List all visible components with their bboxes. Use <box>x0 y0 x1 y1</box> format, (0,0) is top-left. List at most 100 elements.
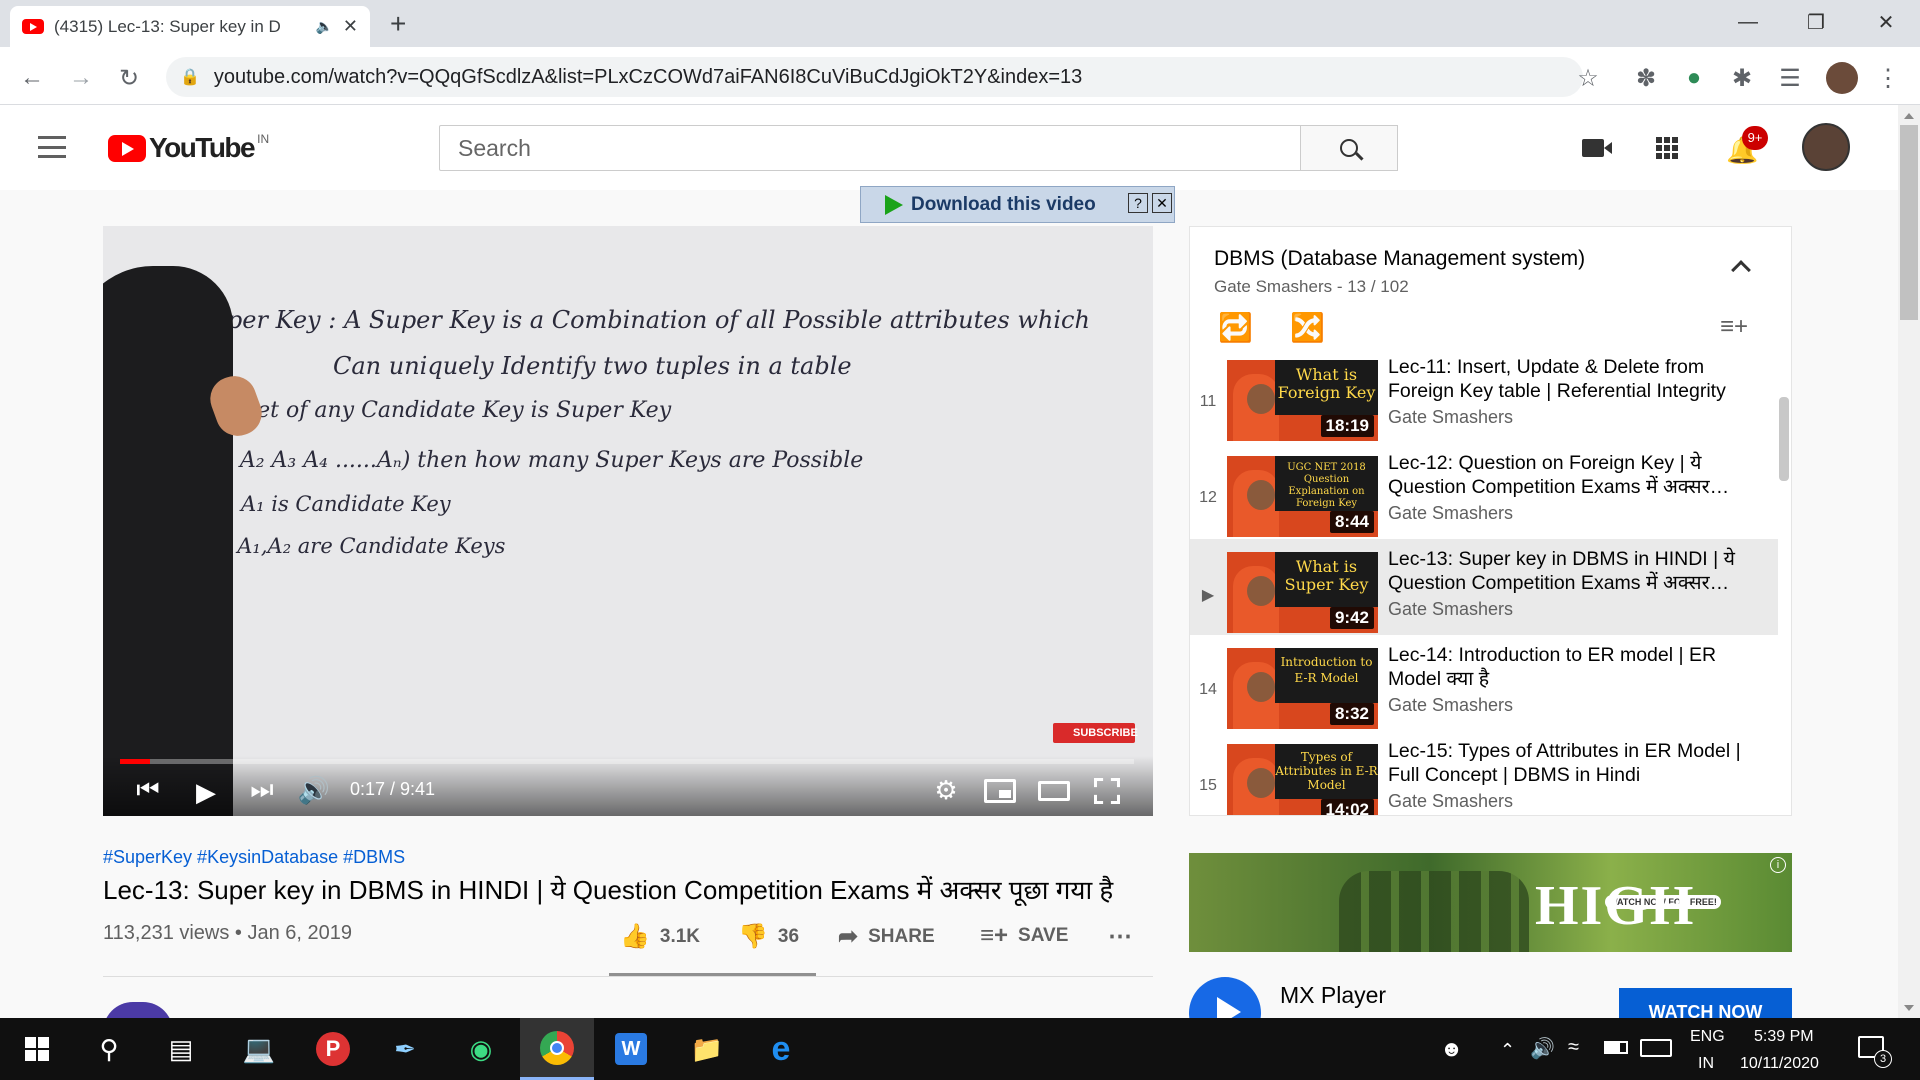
settings-gear-icon[interactable]: ⚙ <box>928 774 964 806</box>
language-code-bottom[interactable]: IN <box>1698 1055 1714 1073</box>
profile-avatar[interactable] <box>1826 62 1858 94</box>
subscribe-badge-label: SUBSCRIBE <box>1073 727 1138 739</box>
youtube-logo-text: YouTube <box>149 132 256 163</box>
duration-badge: 8:44 <box>1329 511 1374 533</box>
thumbnail-caption: UGC NET 2018 Question Explanation on For… <box>1275 456 1378 511</box>
reload-icon[interactable]: ↻ <box>111 60 147 96</box>
theater-mode-icon[interactable] <box>1038 781 1070 801</box>
instructor-figure <box>103 266 233 816</box>
scroll-down-arrow-icon[interactable] <box>1904 1005 1914 1011</box>
miniplayer-icon[interactable] <box>984 779 1016 803</box>
more-actions-icon[interactable]: ⋯ <box>1108 922 1132 951</box>
like-count: 3.1K <box>659 925 701 947</box>
browser-menu-icon[interactable]: ⋮ <box>1870 60 1906 96</box>
android-studio-icon[interactable]: ◉ <box>444 1018 518 1080</box>
playlist-item[interactable]: 11 What is Foreign Key 18:19 Lec-11: Ins… <box>1190 356 1778 453</box>
share-button[interactable]: ➦ SHARE <box>838 922 935 951</box>
playlist-item-channel: Gate Smashers <box>1388 503 1514 523</box>
search-button[interactable] <box>1301 125 1398 171</box>
close-tab-icon[interactable]: ✕ <box>343 16 358 37</box>
ad-banner[interactable]: WATCH NOW FOR FREE! i <box>1189 853 1792 952</box>
media-queue-icon[interactable]: ☰ <box>1772 60 1808 96</box>
address-bar[interactable]: 🔒 youtube.com/watch?v=QQqGfScdlzA&list=P… <box>166 57 1583 97</box>
back-icon[interactable]: ← <box>14 60 50 96</box>
globe-extension-icon[interactable]: ● <box>1676 60 1712 96</box>
close-window-button[interactable]: ✕ <box>1856 0 1916 44</box>
help-icon[interactable]: ? <box>1128 193 1148 213</box>
playlist-item[interactable]: 12 UGC NET 2018 Question Explanation on … <box>1190 452 1778 549</box>
playlist-scrollbar[interactable] <box>1779 397 1789 481</box>
like-button[interactable]: 👍 3.1K <box>620 922 700 951</box>
playlist-item-title: Lec-13: Super key in DBMS in HINDI | ये … <box>1388 548 1735 594</box>
pocket-app-icon[interactable]: P <box>296 1018 370 1080</box>
file-explorer-icon[interactable]: 📁 <box>670 1018 744 1080</box>
playlist-item[interactable]: 14 Introduction to E-R Model 8:32 Lec-14… <box>1190 644 1778 741</box>
windows-start-icon[interactable] <box>0 1018 74 1080</box>
edge-icon[interactable]: e <box>744 1018 818 1080</box>
clock-time[interactable]: 5:39 PM <box>1754 1028 1814 1046</box>
keyboard-icon[interactable] <box>1640 1039 1672 1057</box>
forward-icon[interactable]: → <box>63 60 99 96</box>
playlist-item-index: 12 <box>1199 489 1217 506</box>
playlist-item-index: 14 <box>1199 681 1217 698</box>
playlist-item[interactable]: 15 Types of Attributes in E-R Model 14:0… <box>1190 741 1778 815</box>
download-video-bar[interactable]: Download this video ? ✕ <box>860 186 1175 223</box>
new-tab-button[interactable]: + <box>390 8 406 40</box>
account-avatar[interactable] <box>1802 123 1850 171</box>
video-title: Lec-13: Super key in DBMS in HINDI | ये … <box>103 875 1114 905</box>
play-icon[interactable]: ▶ <box>188 774 224 810</box>
dislike-button[interactable]: 👎 36 <box>738 922 799 951</box>
scroll-up-arrow-icon[interactable] <box>1904 113 1914 119</box>
page-scrollbar-thumb[interactable] <box>1900 125 1918 320</box>
battery-icon[interactable] <box>1604 1041 1628 1054</box>
thumbnail-caption: What is Foreign Key <box>1275 360 1378 415</box>
speaker-icon[interactable]: 🔈 <box>315 18 332 35</box>
playlist-item-title: Lec-11: Insert, Update & Delete from For… <box>1388 356 1726 402</box>
apps-grid-icon[interactable] <box>1656 137 1678 159</box>
wps-writer-icon[interactable]: W <box>594 1018 668 1080</box>
next-icon[interactable]: ⏭ <box>246 774 278 806</box>
bug-extension-icon[interactable]: ✽ <box>1628 60 1664 96</box>
playlist-thumbnail: UGC NET 2018 Question Explanation on For… <box>1227 456 1378 537</box>
shuffle-icon[interactable]: 🔀 <box>1290 311 1325 344</box>
playlist-add-icon[interactable]: ≡+ <box>1720 313 1748 341</box>
search-input[interactable]: Search <box>439 125 1301 171</box>
create-video-icon[interactable] <box>1582 139 1612 157</box>
playlist-item-channel: Gate Smashers <box>1388 695 1514 715</box>
loop-icon[interactable]: 🔁 <box>1218 311 1253 344</box>
previous-icon[interactable]: ⏮ <box>132 774 164 806</box>
playlist-title[interactable]: DBMS (Database Management system) <box>1214 247 1585 271</box>
browser-tab[interactable]: (4315) Lec-13: Super key in D 🔈 ✕ <box>10 6 370 47</box>
chrome-icon[interactable] <box>520 1018 594 1080</box>
volume-tray-icon[interactable]: 🔊 <box>1530 1036 1555 1061</box>
close-download-icon[interactable]: ✕ <box>1152 193 1172 213</box>
share-label: SHARE <box>868 925 935 947</box>
video-player[interactable]: *Super Key : A Super Key is a Combinatio… <box>103 226 1153 816</box>
playlist-item-channel: Gate Smashers <box>1388 407 1514 427</box>
minimize-button[interactable]: — <box>1718 0 1778 44</box>
like-ratio-bar <box>609 973 816 976</box>
bookmark-star-icon[interactable]: ☆ <box>1570 60 1606 96</box>
pen-app-icon[interactable]: ✒ <box>368 1018 442 1080</box>
language-code-top[interactable]: ENG <box>1690 1028 1725 1046</box>
people-icon[interactable]: ☻ <box>1440 1036 1463 1062</box>
playlist-item-current[interactable]: ▶ What is Super Key 9:42 Lec-13: Super k… <box>1190 539 1778 635</box>
tray-chevron-icon[interactable]: ⌃ <box>1500 1040 1515 1061</box>
ad-info-icon[interactable]: i <box>1770 857 1786 873</box>
task-view-icon[interactable]: ▤ <box>144 1018 218 1080</box>
wifi-icon[interactable]: ≈ <box>1568 1036 1579 1059</box>
hamburger-menu-icon[interactable] <box>38 136 66 158</box>
video-hashtags[interactable]: #SuperKey #KeysinDatabase #DBMS <box>103 847 405 868</box>
save-button[interactable]: ≡+ SAVE <box>980 922 1068 950</box>
save-label: SAVE <box>1018 925 1069 946</box>
volume-icon[interactable]: 🔊 <box>296 774 332 806</box>
youtube-logo[interactable]: YouTube IN <box>108 132 269 164</box>
clock-date[interactable]: 10/11/2020 <box>1740 1055 1819 1073</box>
tab-title: (4315) Lec-13: Super key in D <box>54 16 281 36</box>
progress-bar[interactable] <box>120 759 1134 764</box>
restore-button[interactable]: ❐ <box>1786 0 1846 44</box>
subscribe-badge[interactable]: SUBSCRIBE <box>1053 723 1138 743</box>
search-taskbar-icon[interactable]: ⚲ <box>72 1018 146 1080</box>
extensions-puzzle-icon[interactable]: ✱ <box>1724 60 1760 96</box>
this-pc-icon[interactable]: 💻 <box>222 1018 296 1080</box>
